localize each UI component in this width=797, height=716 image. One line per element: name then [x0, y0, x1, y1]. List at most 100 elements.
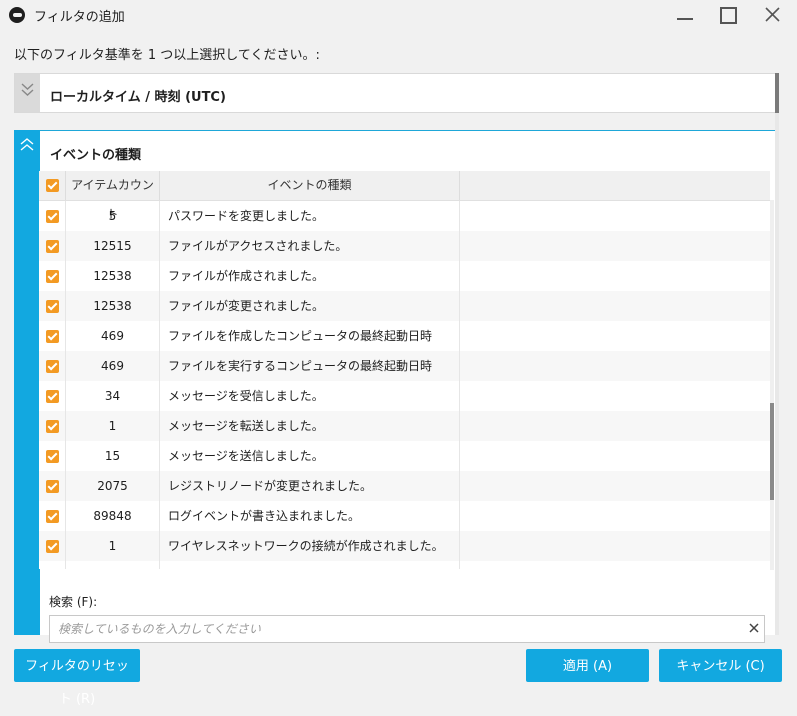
row-checkbox[interactable]	[45, 210, 59, 223]
item-count	[66, 561, 160, 569]
clear-search-icon[interactable]	[747, 621, 761, 635]
empty-cell	[460, 411, 770, 441]
row-checkbox[interactable]	[45, 540, 59, 553]
select-all-checkbox[interactable]	[45, 179, 59, 192]
row-checkbox[interactable]	[45, 330, 59, 343]
header-event-type[interactable]: イベントの種類	[160, 171, 460, 200]
collapse-toggle[interactable]	[14, 130, 40, 637]
event-type: ファイルを実行するコンピュータの最終起動日時	[160, 351, 460, 381]
row-checkbox-cell	[39, 561, 66, 569]
row-checkbox[interactable]	[45, 480, 59, 493]
table-row[interactable]: ワイヤレスネットワークの接続が...	[39, 561, 770, 569]
empty-cell	[460, 441, 770, 471]
app-logo-icon	[9, 7, 25, 23]
item-count: 12538	[66, 291, 160, 321]
row-checkbox-cell	[39, 471, 66, 501]
expand-toggle[interactable]	[15, 74, 40, 112]
maximize-button[interactable]	[708, 0, 748, 30]
grid-scrollbar-thumb[interactable]	[770, 403, 774, 500]
instruction-text: 以下のフィルタ基準を 1 つ以上選択してください。:	[14, 48, 320, 63]
search-label: 検索 (F):	[49, 595, 98, 609]
grid-scrollbar[interactable]	[770, 200, 774, 570]
event-type-grid: アイテムカウント イベントの種類 5 パスワードを変更しました。 12515 ファイル…	[39, 171, 770, 569]
empty-cell	[460, 501, 770, 531]
row-checkbox-cell	[39, 291, 66, 321]
event-type-label: イベントの種類	[50, 148, 142, 163]
item-count: 15	[66, 441, 160, 471]
table-row[interactable]: 15 メッセージを送信しました。	[39, 441, 770, 471]
event-type: メッセージを送信しました。	[160, 441, 460, 471]
row-checkbox[interactable]	[45, 270, 59, 283]
table-row[interactable]: 12538 ファイルが作成されました。	[39, 261, 770, 291]
event-type: メッセージを転送しました。	[160, 411, 460, 441]
outer-scrollbar[interactable]	[775, 73, 779, 635]
row-checkbox[interactable]	[45, 240, 59, 253]
row-checkbox[interactable]	[45, 510, 59, 523]
table-row[interactable]: 1 メッセージを転送しました。	[39, 411, 770, 441]
row-checkbox-cell	[39, 411, 66, 441]
row-checkbox-cell	[39, 531, 66, 561]
close-icon	[765, 7, 780, 22]
minimize-button[interactable]	[665, 0, 705, 30]
event-type: ファイルを作成したコンピュータの最終起動日時	[160, 321, 460, 351]
time-filter-panel[interactable]: ローカルタイム / 時刻 (UTC)	[14, 73, 776, 113]
table-row[interactable]: 469 ファイルを作成したコンピュータの最終起動日時	[39, 321, 770, 351]
header-count[interactable]: アイテムカウント	[66, 171, 160, 221]
time-filter-label: ローカルタイム / 時刻 (UTC)	[50, 90, 226, 105]
table-row[interactable]: 12515 ファイルがアクセスされました。	[39, 231, 770, 261]
row-checkbox[interactable]	[45, 390, 59, 403]
item-count: 1	[66, 411, 160, 441]
empty-cell	[460, 351, 770, 381]
item-count: 12538	[66, 261, 160, 291]
chevron-double-up-icon	[20, 138, 34, 151]
event-type: メッセージを受信しました。	[160, 381, 460, 411]
empty-cell	[460, 201, 770, 231]
item-count: 469	[66, 351, 160, 381]
grid-header: アイテムカウント イベントの種類	[39, 171, 770, 221]
outer-scrollbar-thumb[interactable]	[775, 73, 779, 113]
chevron-double-down-icon	[21, 83, 34, 96]
item-count: 34	[66, 381, 160, 411]
row-checkbox-cell	[39, 231, 66, 261]
table-row[interactable]: 469 ファイルを実行するコンピュータの最終起動日時	[39, 351, 770, 381]
row-checkbox[interactable]	[45, 360, 59, 373]
search-input[interactable]	[49, 615, 765, 643]
table-row[interactable]: 5 パスワードを変更しました。	[39, 201, 770, 231]
empty-cell	[460, 381, 770, 411]
window-title: フィルタの追加	[34, 10, 125, 25]
event-type: ログイベントが書き込まれました。	[160, 501, 460, 531]
empty-cell	[460, 561, 770, 569]
empty-cell	[460, 291, 770, 321]
item-count: 12515	[66, 231, 160, 261]
row-checkbox[interactable]	[45, 450, 59, 463]
event-type: ワイヤレスネットワークの接続が作成されました。	[160, 531, 460, 561]
event-type: ワイヤレスネットワークの接続が...	[160, 561, 460, 569]
table-row[interactable]: 1 ワイヤレスネットワークの接続が作成されました。	[39, 531, 770, 561]
close-button[interactable]	[752, 0, 792, 30]
event-type: ファイルが変更されました。	[160, 291, 460, 321]
reset-filter-button[interactable]: フィルタのリセット (R)	[14, 649, 140, 707]
table-row[interactable]: 89848 ログイベントが書き込まれました。	[39, 501, 770, 531]
item-count: 1	[66, 531, 160, 561]
row-checkbox-cell	[39, 261, 66, 291]
item-count: 2075	[66, 471, 160, 501]
header-empty	[460, 171, 770, 200]
empty-cell	[460, 531, 770, 561]
row-checkbox-cell	[39, 381, 66, 411]
row-checkbox[interactable]	[45, 420, 59, 433]
cancel-button[interactable]: キャンセル (C)	[659, 649, 782, 682]
item-count: 469	[66, 321, 160, 351]
title-bar: フィルタの追加	[0, 0, 797, 30]
empty-cell	[460, 321, 770, 351]
row-checkbox[interactable]	[45, 300, 59, 313]
table-row[interactable]: 12538 ファイルが変更されました。	[39, 291, 770, 321]
event-type: ファイルが作成されました。	[160, 261, 460, 291]
table-row[interactable]: 2075 レジストリノードが変更されました。	[39, 471, 770, 501]
row-checkbox-cell	[39, 501, 66, 531]
empty-cell	[460, 471, 770, 501]
item-count: 89848	[66, 501, 160, 531]
apply-button[interactable]: 適用 (A)	[526, 649, 649, 682]
event-type: レジストリノードが変更されました。	[160, 471, 460, 501]
table-row[interactable]: 34 メッセージを受信しました。	[39, 381, 770, 411]
event-type: ファイルがアクセスされました。	[160, 231, 460, 261]
